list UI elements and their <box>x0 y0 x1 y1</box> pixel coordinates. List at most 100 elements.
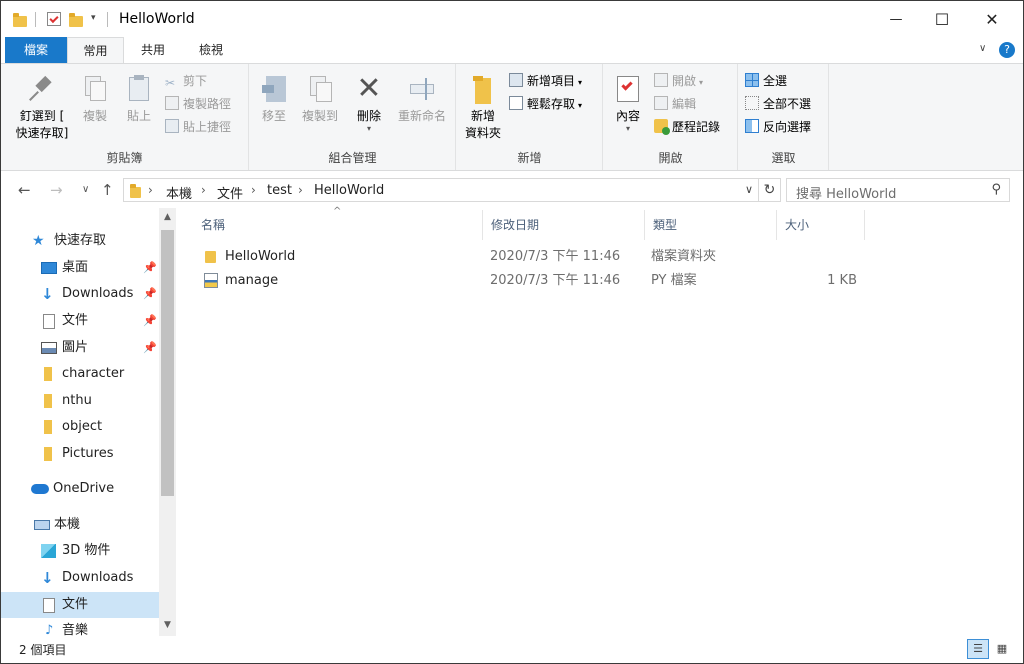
forward-button[interactable]: → <box>50 181 63 199</box>
new-item-dropdown-icon: ▾ <box>578 78 583 87</box>
nav-scrollbar[interactable]: ▲ ▼ <box>159 208 176 636</box>
ribbon-collapse-icon[interactable]: ∨ <box>979 43 986 54</box>
copy-to-button[interactable]: 複製到 <box>296 74 344 125</box>
download-icon: ↓ <box>41 285 54 303</box>
window-title: HelloWorld <box>119 11 195 27</box>
nav-onedrive[interactable]: OneDrive <box>1 476 159 502</box>
select-none-icon <box>745 96 759 110</box>
column-modified[interactable]: 修改日期 <box>483 210 645 240</box>
help-icon[interactable]: ? <box>999 42 1015 58</box>
tab-view[interactable]: 檢視 <box>185 37 237 63</box>
history-label: 歷程記錄 <box>672 120 721 134</box>
recent-locations-button[interactable]: ∨ <box>82 184 89 195</box>
cut-label: 剪下 <box>183 74 208 88</box>
crumb-helloworld[interactable]: HelloWorld <box>314 183 384 198</box>
edit-button[interactable]: 編輯 <box>654 93 696 115</box>
large-icons-view-button[interactable]: ▦ <box>991 639 1013 659</box>
cut-button[interactable]: ✂ 剪下 <box>165 70 207 92</box>
select-none-button[interactable]: 全部不選 <box>745 93 811 115</box>
nav-folder-nthu[interactable]: nthu <box>1 388 159 414</box>
tab-share[interactable]: 共用 <box>127 37 179 63</box>
qa-customize-icon[interactable]: ▾ <box>91 13 96 23</box>
crumb-separator[interactable]: › <box>251 183 256 197</box>
up-button[interactable]: ↑ <box>101 181 114 199</box>
refresh-button[interactable]: ↻ <box>759 178 781 202</box>
qa-new-folder-icon[interactable] <box>69 13 83 27</box>
nav-desktop[interactable]: 桌面 📌 <box>1 255 159 281</box>
pin-icon[interactable]: 📌 <box>143 335 157 361</box>
crumb-test[interactable]: test <box>267 183 292 198</box>
rename-icon <box>408 74 436 104</box>
nav-downloads-pinned[interactable]: ↓ Downloads 📌 <box>1 281 159 307</box>
column-type[interactable]: 類型 <box>645 210 777 240</box>
new-item-button[interactable]: 新增項目 ▾ <box>509 70 582 92</box>
maximize-icon: ☐ <box>934 9 950 29</box>
nav-downloads[interactable]: ↓ Downloads <box>1 565 159 591</box>
scrollbar-thumb[interactable] <box>161 230 174 496</box>
scroll-down-icon[interactable]: ▼ <box>159 620 176 630</box>
paste-shortcut-button[interactable]: 貼上捷徑 <box>165 116 231 138</box>
file-row[interactable]: manage 2020/7/3 下午 11:46 PY 檔案 1 KB <box>181 269 1023 293</box>
address-dropdown-icon[interactable]: ∨ <box>745 183 753 196</box>
history-icon <box>654 119 670 135</box>
properties-dropdown-icon[interactable]: ▾ <box>608 125 648 133</box>
scroll-up-icon[interactable]: ▲ <box>159 212 176 222</box>
organize-group-label: 組合管理 <box>328 151 377 165</box>
pin-quick-access-button[interactable]: 釘選到 [ 快速存取] <box>9 74 75 142</box>
file-row[interactable]: HelloWorld 2020/7/3 下午 11:46 檔案資料夾 <box>181 245 1023 269</box>
invert-selection-button[interactable]: 反向選擇 <box>745 116 811 138</box>
nav-folder-object[interactable]: object <box>1 414 159 440</box>
delete-button[interactable]: ✕ 刪除 ▾ <box>350 74 388 133</box>
select-all-button[interactable]: 全選 <box>745 70 787 92</box>
maximize-button[interactable]: ☐ <box>919 1 965 37</box>
paste-shortcut-label: 貼上捷徑 <box>183 120 232 134</box>
easy-access-label: 輕鬆存取 <box>527 97 576 111</box>
python-file-icon <box>204 273 218 288</box>
details-view-button[interactable]: ☰ <box>967 639 989 659</box>
nav-documents-pinned[interactable]: 文件 📌 <box>1 308 159 334</box>
pin-icon[interactable]: 📌 <box>143 308 157 334</box>
search-box[interactable]: 搜尋 HelloWorld ⚲ <box>786 178 1010 202</box>
address-bar[interactable]: › 本機 › 文件 › test › HelloWorld ∨ <box>123 178 759 202</box>
nav-3d-objects[interactable]: 3D 物件 <box>1 538 159 564</box>
new-folder-button[interactable]: 新增 資料夾 <box>459 74 507 142</box>
close-button[interactable]: ✕ <box>969 1 1015 37</box>
rename-button[interactable]: 重新命名 <box>392 74 452 125</box>
easy-access-button[interactable]: 輕鬆存取 ▾ <box>509 93 582 115</box>
open-group-label: 開啟 <box>658 151 683 165</box>
nav-this-pc[interactable]: 本機 <box>1 512 159 538</box>
crumb-separator[interactable]: › <box>148 183 153 197</box>
nav-folder-pictures[interactable]: Pictures <box>1 441 159 467</box>
open-button[interactable]: 開啟 ▾ <box>654 70 703 92</box>
crumb-separator[interactable]: › <box>298 183 303 197</box>
paste-button[interactable]: 貼上 <box>119 74 159 125</box>
tab-home[interactable]: 常用 <box>67 37 124 63</box>
copy-button[interactable]: 複製 <box>77 74 113 125</box>
column-size[interactable]: 大小 <box>777 210 865 240</box>
qa-properties-icon[interactable] <box>47 12 61 26</box>
nav-documents[interactable]: 文件 <box>1 592 159 618</box>
crumb-this-pc[interactable]: 本機 <box>166 183 192 202</box>
qa-divider-2 <box>107 12 108 27</box>
nav-quick-access[interactable]: ★ 快速存取 <box>1 228 159 254</box>
column-name[interactable]: 名稱 <box>193 210 483 240</box>
nav-folder-character[interactable]: character <box>1 361 159 387</box>
pin-icon[interactable]: 📌 <box>143 255 157 281</box>
properties-button[interactable]: 內容 ▾ <box>608 74 648 133</box>
move-to-button[interactable]: 移至 <box>256 74 292 125</box>
search-icon[interactable]: ⚲ <box>991 182 1001 197</box>
scissors-icon: ✂ <box>165 76 176 90</box>
nav-label: 桌面 <box>62 260 89 275</box>
paste-label: 貼上 <box>126 109 151 123</box>
nav-label: OneDrive <box>53 481 115 496</box>
pin-icon[interactable]: 📌 <box>143 281 157 307</box>
tab-file[interactable]: 檔案 <box>5 37 67 63</box>
delete-dropdown-icon[interactable]: ▾ <box>350 125 388 133</box>
history-button[interactable]: 歷程記錄 <box>654 116 720 138</box>
crumb-separator[interactable]: › <box>201 183 206 197</box>
minimize-button[interactable]: — <box>873 1 919 37</box>
crumb-documents[interactable]: 文件 <box>217 183 243 202</box>
back-button[interactable]: ← <box>18 181 31 199</box>
nav-pictures-pinned[interactable]: 圖片 📌 <box>1 335 159 361</box>
copy-path-button[interactable]: 複製路徑 <box>165 93 231 115</box>
